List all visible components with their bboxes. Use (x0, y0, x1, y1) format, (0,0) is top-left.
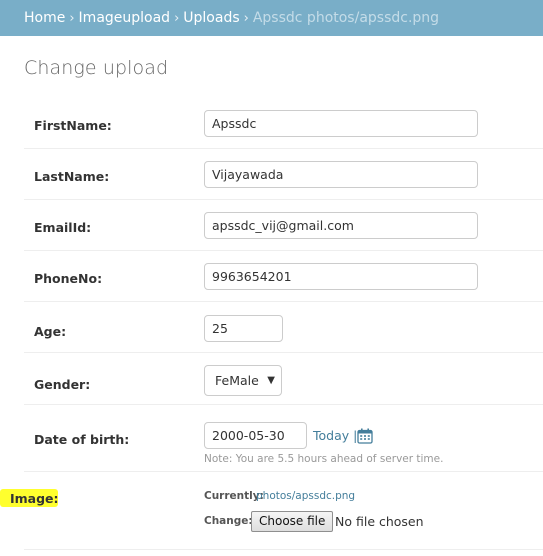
dob-input[interactable]: 2000-05-30 (204, 422, 307, 449)
page-title: Change upload (24, 57, 169, 79)
image-label: Image: (10, 491, 59, 506)
phone-input[interactable]: 9963654201 (204, 263, 478, 290)
email-label: EmailId: (34, 220, 92, 235)
firstname-label: FirstName: (34, 118, 112, 133)
dob-label: Date of birth: (34, 432, 130, 447)
currently-label: Currently: (204, 490, 264, 502)
form-row-lastname: LastName: Vijayawada (24, 149, 543, 200)
breadcrumb-home[interactable]: Home (24, 10, 65, 26)
row-divider (24, 549, 543, 550)
breadcrumb-separator: › (69, 10, 75, 26)
no-file-chosen-text: No file chosen (335, 514, 424, 529)
gender-select[interactable]: FeMale ▼ (204, 365, 282, 396)
calendar-icon[interactable] (357, 428, 373, 444)
choose-file-button[interactable]: Choose file (251, 511, 334, 532)
age-input[interactable]: 25 (204, 315, 283, 342)
breadcrumb-current: Apssdc photos/apssdc.png (252, 10, 440, 26)
form-row-dob: Date of birth: 2000-05-30 Today | Note: … (24, 405, 543, 472)
phone-label: PhoneNo: (34, 271, 103, 286)
form-row-age: Age: 25 (24, 302, 543, 353)
lastname-label: LastName: (34, 169, 110, 184)
change-label: Change: (204, 515, 253, 527)
form-row-gender: Gender: FeMale ▼ (24, 353, 543, 405)
lastname-input[interactable]: Vijayawada (204, 161, 478, 188)
breadcrumb-separator: › (243, 10, 249, 26)
dob-shortcuts: Today | (313, 428, 357, 443)
timezone-help-text: Note: You are 5.5 hours ahead of server … (204, 453, 444, 465)
form-row-firstname: FirstName: Apssdc (24, 98, 543, 149)
today-link[interactable]: Today (313, 428, 349, 443)
breadcrumb: Home › Imageupload › Uploads › Apssdc ph… (0, 0, 543, 36)
gender-select-value: FeMale (215, 373, 259, 388)
breadcrumb-uploads[interactable]: Uploads (183, 10, 239, 26)
form-row-email: EmailId: apssdc_vij@gmail.com (24, 200, 543, 251)
email-input[interactable]: apssdc_vij@gmail.com (204, 212, 478, 239)
form-row-phone: PhoneNo: 9963654201 (24, 251, 543, 302)
change-form: FirstName: Apssdc LastName: Vijayawada E… (24, 98, 543, 472)
age-label: Age: (34, 324, 67, 339)
breadcrumb-separator: › (174, 10, 180, 26)
gender-label: Gender: (34, 377, 91, 392)
breadcrumb-imageupload[interactable]: Imageupload (79, 10, 171, 26)
chevron-down-icon: ▼ (267, 375, 275, 386)
firstname-input[interactable]: Apssdc (204, 110, 478, 137)
current-image-link[interactable]: photos/apssdc.png (256, 490, 355, 502)
